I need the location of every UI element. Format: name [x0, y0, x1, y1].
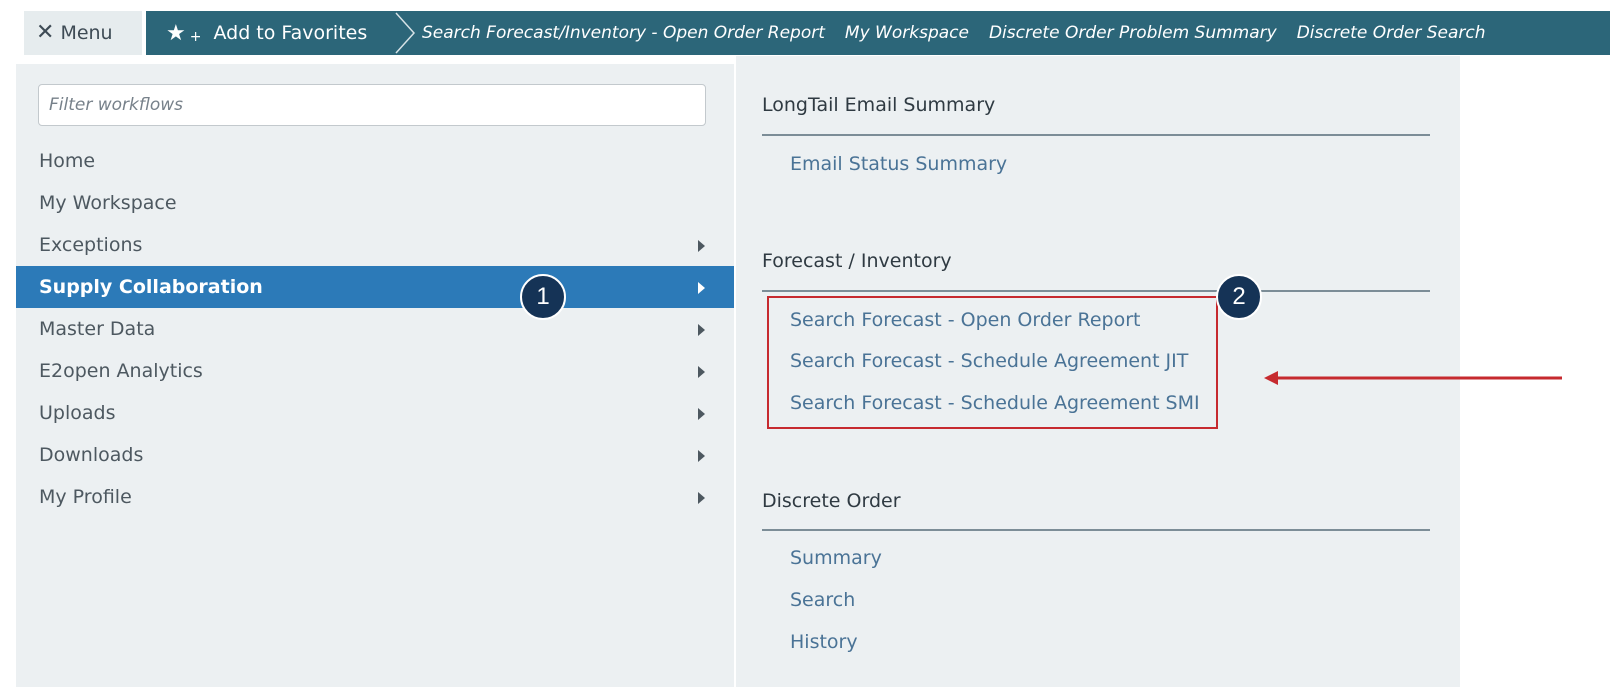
annotation-arrow-icon: [1264, 371, 1562, 385]
close-icon: ✕: [36, 20, 55, 45]
menu-item-supply-collaboration[interactable]: Supply Collaboration: [16, 266, 734, 308]
breadcrumb-link-discrete-order-search[interactable]: Discrete Order Search: [1297, 23, 1486, 43]
breadcrumb-link-open-order-report[interactable]: Search Forecast/Inventory - Open Order R…: [422, 23, 825, 43]
section-divider: [762, 290, 1430, 292]
section-title-longtail-email-summary: LongTail Email Summary: [762, 94, 996, 116]
section-divider: [762, 134, 1430, 136]
workflow-menu-panel: Home My Workspace Exceptions Supply Coll…: [16, 64, 734, 687]
menu-item-label: Exceptions: [39, 234, 143, 256]
menu-item-label: E2open Analytics: [39, 360, 203, 382]
add-to-favorites-button[interactable]: ★ + Add to Favorites: [146, 11, 394, 55]
navigation-strip: ★ + Add to Favorites Search Forecast/Inv…: [146, 11, 1610, 55]
menu-item-my-profile[interactable]: My Profile: [16, 476, 734, 518]
step-badge-1: 1: [520, 274, 566, 320]
caret-right-icon: [698, 240, 705, 252]
menu-item-label: Home: [39, 150, 96, 172]
menu-item-downloads[interactable]: Downloads: [16, 434, 734, 476]
link-discrete-order-summary[interactable]: Summary: [790, 547, 882, 569]
section-divider: [762, 529, 1430, 531]
menu-item-uploads[interactable]: Uploads: [16, 392, 734, 434]
menu-item-label: Uploads: [39, 402, 116, 424]
caret-right-icon: [698, 282, 705, 294]
link-email-status-summary[interactable]: Email Status Summary: [790, 153, 1007, 175]
step-badge-2: 2: [1216, 274, 1262, 320]
menu-item-my-workspace[interactable]: My Workspace: [16, 182, 734, 224]
menu-item-label: My Profile: [39, 486, 132, 508]
menu-item-label: Downloads: [39, 444, 144, 466]
highlight-box: [767, 296, 1218, 429]
filter-workflows-input[interactable]: [38, 84, 706, 126]
breadcrumb-link-my-workspace[interactable]: My Workspace: [845, 23, 969, 43]
menu-item-home[interactable]: Home: [16, 140, 734, 182]
caret-right-icon: [698, 492, 705, 504]
caret-right-icon: [698, 450, 705, 462]
menu-item-master-data[interactable]: Master Data: [16, 308, 734, 350]
menu-item-label: Master Data: [39, 318, 156, 340]
breadcrumb-separator-icon: [395, 12, 416, 54]
link-discrete-order-history[interactable]: History: [790, 631, 858, 653]
link-discrete-order-search[interactable]: Search: [790, 589, 855, 611]
top-bar: ✕ Menu ★ + Add to Favorites Search Forec…: [0, 0, 1610, 64]
add-to-favorites-label: Add to Favorites: [213, 22, 368, 44]
menu-item-label: My Workspace: [39, 192, 177, 214]
workflow-menu-list: Home My Workspace Exceptions Supply Coll…: [16, 140, 734, 518]
menu-item-label: Supply Collaboration: [39, 276, 263, 298]
breadcrumb: Search Forecast/Inventory - Open Order R…: [422, 11, 1506, 55]
caret-right-icon: [698, 366, 705, 378]
breadcrumb-link-problem-summary[interactable]: Discrete Order Problem Summary: [989, 23, 1277, 43]
menu-button-label: Menu: [60, 22, 113, 44]
menu-button[interactable]: ✕ Menu: [24, 11, 142, 55]
star-icon: ★: [166, 20, 186, 46]
menu-item-exceptions[interactable]: Exceptions: [16, 224, 734, 266]
section-title-forecast-inventory: Forecast / Inventory: [762, 250, 952, 272]
menu-item-e2open-analytics[interactable]: E2open Analytics: [16, 350, 734, 392]
caret-right-icon: [698, 408, 705, 420]
section-title-discrete-order: Discrete Order: [762, 490, 901, 512]
caret-right-icon: [698, 324, 705, 336]
plus-icon: +: [189, 29, 202, 45]
